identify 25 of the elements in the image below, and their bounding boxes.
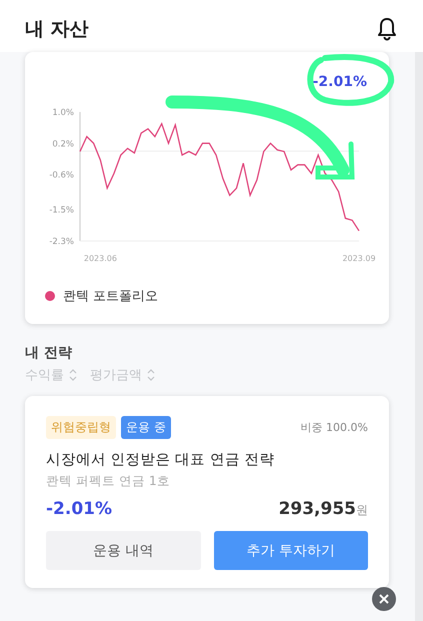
sort-arrows-icon	[68, 367, 78, 383]
y-tick-label: 1.0%	[52, 108, 74, 118]
history-button[interactable]: 운용 내역	[46, 531, 200, 570]
y-tick-label: -0.6%	[49, 170, 74, 181]
strategy-title: 시장에서 인정받은 대표 연금 전략	[46, 451, 276, 469]
page-title: 내 자산	[25, 17, 89, 42]
x-tick-label: 2023.06	[84, 254, 117, 263]
y-tick-label: -2.3%	[49, 237, 74, 247]
risk-tag: 위험중립형	[46, 416, 116, 439]
strategy-subtitle: 콴텍 퍼펙트 연금 1호	[46, 473, 171, 490]
weight-label: 비중 100.0%	[300, 420, 368, 435]
invest-button[interactable]: 추가 투자하기	[214, 531, 368, 570]
close-button[interactable]	[372, 587, 396, 611]
return-value: -2.01%	[312, 74, 367, 92]
bell-icon[interactable]	[376, 17, 398, 41]
close-icon	[378, 593, 390, 605]
sort-arrows-icon	[146, 367, 156, 383]
legend-label: 콴텍 포트폴리오	[63, 288, 158, 305]
strategy-return: -2.01%	[46, 499, 112, 519]
y-tick-label: 0.2%	[52, 139, 74, 150]
status-tag: 운용 중	[121, 416, 171, 439]
y-tick-label: -1.5%	[49, 206, 74, 216]
section-title: 내 전략	[25, 344, 73, 362]
x-tick-label: 2023.09	[342, 254, 376, 263]
amount-value: 293,955원	[278, 499, 368, 519]
